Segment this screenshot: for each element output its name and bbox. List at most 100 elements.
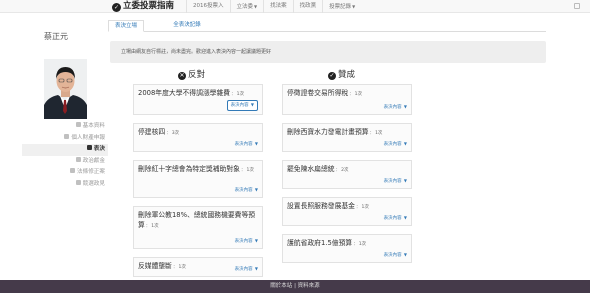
bill-card: 刪除軍公教18%、總統國務機要費等預算：1次 表決內容 ▼ <box>133 206 263 249</box>
nav-item-label: 2016投票入 <box>193 3 224 9</box>
vote-content-button[interactable]: 表決內容 ▼ <box>235 238 258 245</box>
vote-content-label: 表決內容 <box>234 142 253 147</box>
footer-about-link[interactable]: 關於本站 <box>270 283 292 289</box>
bill-count-separator: ： <box>349 92 354 97</box>
vote-content-label: 表決內容 <box>230 103 249 108</box>
oppose-icon: ✕ <box>178 72 186 80</box>
vote-content-button[interactable]: 表決內容 ▼ <box>384 104 407 111</box>
nav-item[interactable]: 立法委▼ <box>229 0 264 13</box>
bill-card: 停徵證卷交易所得稅：1次表決內容 ▼ <box>282 84 412 115</box>
vote-content-label: 表決內容 <box>234 188 253 193</box>
oppose-header-label: 反對 <box>188 70 206 80</box>
menu-toggle-icon[interactable] <box>574 3 580 9</box>
vote-content-button[interactable]: 表決內容 ▼ <box>235 266 258 273</box>
tab-all-votes[interactable]: 全表決記錄 <box>162 20 212 32</box>
oppose-list: 2008年度大學不得調漲學雜費：1次 表決內容 ▼ 停建核四：3次 表決內容 ▼ 刪除紅… <box>133 84 263 285</box>
bill-vote-count: 2次 <box>341 168 349 173</box>
document-icon <box>70 168 76 173</box>
bill-title[interactable]: 護航省政府1.5億預算 <box>287 239 352 247</box>
nav-item[interactable]: 投票記錄▼ <box>322 0 361 13</box>
bill-title[interactable]: 設置長照服務發展基金 <box>287 202 355 210</box>
sidebar-menu: 基本資料個人財產申報 表決政治獻金法條修正案競選政見 <box>0 121 108 190</box>
legislator-name: 蔡正元 <box>44 32 68 41</box>
nav-item[interactable]: 2016投票入 <box>186 0 230 13</box>
support-icon: ✓ <box>328 72 336 80</box>
bill-title[interactable]: 反媒體壟斷 <box>138 262 172 270</box>
bill-vote-count: 1次 <box>236 92 244 97</box>
bill-title[interactable]: 刪除紅十字總會為特定獎補助對象 <box>138 165 240 173</box>
notice-banner: 立場由網友自行標註，尚未盡完。歡迎進入表決內容一起讓議題更好 <box>110 41 546 63</box>
bill-card: 護航省政府1.5億預算：1次表決內容 ▼ <box>282 234 412 263</box>
vote-content-button[interactable]: 表決內容 ▼ <box>226 100 258 111</box>
site-brand[interactable]: ✓ 立委投票指南 <box>112 0 174 13</box>
vote-content-label: 表決內容 <box>383 105 402 110</box>
bill-title[interactable]: 罷免陳水扁總統 <box>287 165 335 173</box>
bill-count-separator: ： <box>240 168 246 173</box>
bill-count-separator: ： <box>231 92 236 97</box>
bill-vote-count: 1次 <box>358 242 367 247</box>
nav-item-label: 立法委 <box>236 4 254 10</box>
bill-card: 罷免陳水扁總統：2次表決內容 ▼ <box>282 160 412 189</box>
vote-content-label: 表決內容 <box>383 142 402 147</box>
vote-content-button[interactable]: 表決內容 ▼ <box>384 252 407 259</box>
sidebar-item-label: 法條修正案 <box>77 169 105 175</box>
speech-icon <box>75 179 81 185</box>
bill-count-separator: ： <box>335 168 341 173</box>
nav-item-label: 找政黨 <box>299 3 317 9</box>
vote-content-button[interactable]: 表決內容 ▼ <box>384 141 407 148</box>
vote-content-button[interactable]: 表決內容 ▼ <box>384 215 407 222</box>
sidebar-item[interactable]: 政治獻金 <box>0 156 108 168</box>
support-header-label: 贊成 <box>338 70 356 80</box>
caret-down-icon: ▼ <box>253 266 258 271</box>
footer: 關於本站 | 資料來源 <box>0 280 590 293</box>
sidebar-item[interactable]: 法條修正案 <box>0 167 108 179</box>
sidebar-item-label: 競選政見 <box>82 180 105 187</box>
bill-count-separator: ： <box>353 242 358 247</box>
bill-count-separator: ： <box>145 224 151 229</box>
sidebar-item[interactable]: 基本資料 <box>0 121 108 133</box>
vote-tabs: 表決立場 全表決記錄 <box>108 20 546 32</box>
sidebar-item-label: 表決 <box>93 146 105 152</box>
sidebar-item[interactable]: 表決 <box>22 144 108 156</box>
bill-card: 設置長照服務發展基金：1次 表決內容 ▼ <box>282 197 412 226</box>
bill-title[interactable]: 2008年度大學不得調漲學雜費 <box>138 89 230 97</box>
bill-vote-count: 1次 <box>246 168 254 173</box>
bill-vote-count: 1次 <box>178 265 186 270</box>
bill-title[interactable]: 停徵證卷交易所得稅 <box>287 89 348 97</box>
tab-vote-positions[interactable]: 表決立場 <box>108 20 144 32</box>
caret-down-icon: ▼ <box>402 141 407 146</box>
caret-down-icon: ▼ <box>402 252 407 257</box>
bill-title[interactable]: 停建核四 <box>138 128 165 136</box>
caret-down-icon: ▼ <box>249 102 254 107</box>
vote-content-button[interactable]: 表決內容 ▼ <box>235 141 258 148</box>
bill-vote-count: 1次 <box>375 131 383 136</box>
vote-content-label: 表決內容 <box>383 253 402 258</box>
vote-content-button[interactable]: 表決內容 ▼ <box>384 178 407 185</box>
caret-down-icon: ▼ <box>402 178 407 183</box>
vote-content-label: 表決內容 <box>383 179 402 184</box>
bill-card: 2008年度大學不得調漲學雜費：1次表決內容 ▼ <box>133 84 263 115</box>
sidebar-item-label: 政治獻金 <box>82 157 105 164</box>
sidebar-item[interactable]: 競選政見 <box>0 179 108 191</box>
vote-content-button[interactable]: 表決內容 ▼ <box>235 187 258 194</box>
caret-down-icon: ▼ <box>402 104 407 109</box>
nav-item[interactable]: 找政黨 <box>292 0 323 13</box>
bill-vote-count: 1次 <box>354 92 363 97</box>
vote-content-label: 表決內容 <box>234 267 253 272</box>
sidebar-item-label: 基本資料 <box>82 123 105 129</box>
legislator-photo <box>44 59 87 119</box>
bill-vote-count: 1次 <box>361 205 369 210</box>
bill-count-separator: ： <box>369 131 375 136</box>
sidebar-item[interactable]: 個人財產申報 <box>0 133 108 145</box>
support-header: ✓ 贊成 <box>328 70 355 81</box>
nav-menu: 2016投票入 立法委▼ 找法案 找政黨 投票記錄▼ <box>186 0 361 13</box>
caret-down-icon: ▼ <box>402 215 407 220</box>
vote-content-label: 表決內容 <box>234 239 253 244</box>
footer-source-link[interactable]: 資料來源 <box>298 283 320 289</box>
info-icon <box>75 122 81 127</box>
nav-item-label: 找法案 <box>270 3 287 9</box>
legislator-sidebar: 蔡正元 基本資料個人財產申報 表決政治獻金法條修正案競選政見 <box>0 13 108 280</box>
bill-title[interactable]: 刪除西寶水力發電計畫預算 <box>287 128 369 136</box>
nav-item[interactable]: 找法案 <box>263 0 293 13</box>
caret-down-icon: ▼ <box>254 4 258 9</box>
